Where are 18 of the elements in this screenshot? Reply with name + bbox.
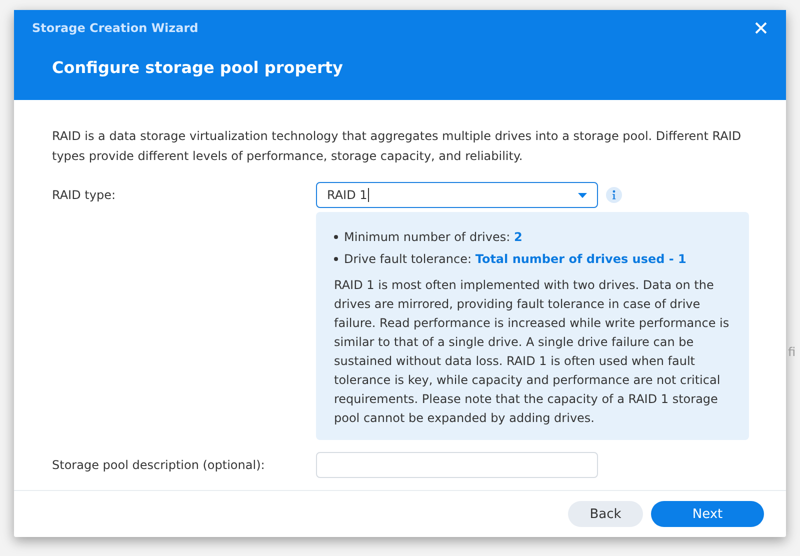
description-field[interactable] bbox=[316, 452, 598, 478]
raid-type-select[interactable]: RAID 1 bbox=[316, 182, 598, 208]
background-text: fi bbox=[788, 345, 796, 359]
caret-icon bbox=[578, 192, 587, 198]
back-button[interactable]: Back bbox=[568, 501, 643, 527]
raid-type-label: RAID type: bbox=[52, 188, 117, 202]
window-title: Storage Creation Wizard bbox=[32, 21, 198, 35]
bullet-icon bbox=[334, 257, 338, 261]
bullet-icon bbox=[334, 235, 338, 239]
fact-text: Drive fault tolerance: Total number of drives used - 1 bbox=[344, 251, 686, 268]
page-heading: Configure storage pool property bbox=[52, 58, 344, 77]
close-button[interactable] bbox=[754, 21, 768, 35]
raid-description: RAID 1 is most often implemented with two drives. Data on the drives are mirrored, providing fault tolerance in case of drive failure. Read performance is increased while write performance is similar to that of a single drive. A single drive failure can be sustained without data loss. RAID 1 is often used when fault tolerance is key, while capacity and performance are not critical requirements. Please note that the capacity of a RAID 1 storage pool cannot be expanded by adding drives. bbox=[334, 277, 730, 427]
next-button[interactable]: Next bbox=[651, 501, 764, 527]
fact-text: Minimum number of drives: 2 bbox=[344, 229, 522, 246]
intro-text: RAID is a data storage virtualization technology that aggregates multiple drives into a storage pool. Different RAID types provide different levels of performance, storage capacity, and reliability. bbox=[52, 128, 742, 165]
description-label: Storage pool description (optional): bbox=[52, 458, 266, 472]
info-icon[interactable] bbox=[606, 187, 622, 203]
